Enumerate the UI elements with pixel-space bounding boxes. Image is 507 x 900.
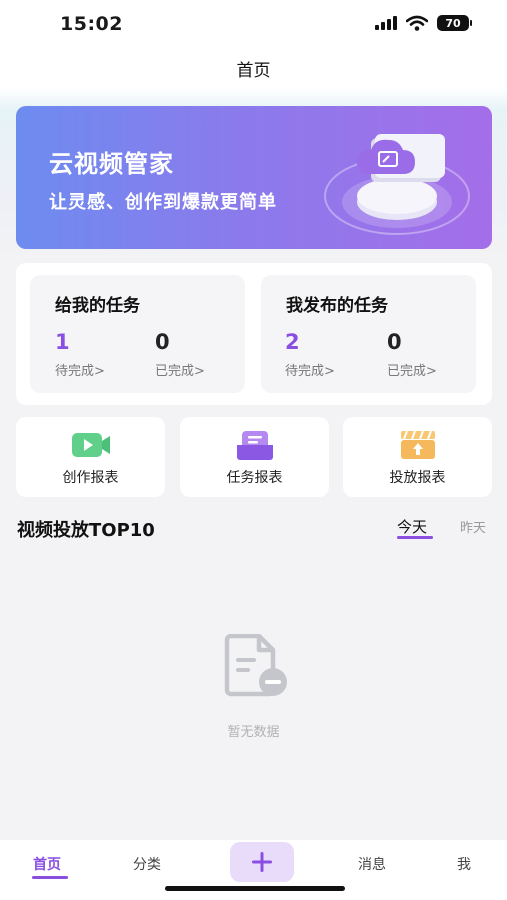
task-report-label: 任务报表 bbox=[226, 470, 283, 486]
published-done-count: 0 bbox=[387, 330, 402, 354]
assigned-done-link[interactable]: 已完成> bbox=[155, 360, 205, 379]
clapperboard-upload-icon bbox=[400, 430, 435, 459]
banner-title: 云视频管家 bbox=[49, 150, 174, 178]
published-tasks-title: 我发布的任务 bbox=[286, 296, 388, 316]
battery-icon: 70 bbox=[437, 15, 472, 31]
tab-yesterday[interactable]: 昨天 bbox=[460, 517, 486, 536]
empty-state-text: 暂无数据 bbox=[227, 725, 280, 740]
creation-report-label: 创作报表 bbox=[62, 470, 119, 486]
cloud-video-illustration bbox=[324, 134, 470, 235]
create-button[interactable] bbox=[230, 842, 294, 882]
task-report-card[interactable]: 任务报表 bbox=[180, 417, 329, 497]
wifi-icon bbox=[406, 15, 428, 31]
assigned-tasks-title: 给我的任务 bbox=[55, 296, 140, 316]
published-done-stat[interactable]: 0 已完成> bbox=[387, 330, 437, 379]
tab-category[interactable]: 分类 bbox=[133, 854, 161, 874]
home-indicator bbox=[165, 886, 345, 891]
creation-report-card[interactable]: 创作报表 bbox=[16, 417, 165, 497]
promo-banner[interactable]: 云视频管家 让灵感、创作到爆款更简单 bbox=[16, 106, 492, 249]
top10-section-title: 视频投放TOP10 bbox=[17, 520, 155, 541]
published-pending-link[interactable]: 待完成> bbox=[285, 360, 335, 379]
message-tray-icon bbox=[236, 431, 273, 460]
tab-home-indicator bbox=[32, 876, 68, 879]
banner-subtitle: 让灵感、创作到爆款更简单 bbox=[49, 192, 277, 213]
tab-home[interactable]: 首页 bbox=[33, 854, 61, 874]
bottom-tab-bar: 首页 分类 消息 我 bbox=[0, 840, 507, 900]
plus-icon bbox=[252, 852, 272, 872]
status-icons: 70 bbox=[375, 15, 472, 31]
tab-messages[interactable]: 消息 bbox=[358, 854, 386, 874]
task-summary-card: 给我的任务 1 待完成> 0 已完成> 我发布的任务 2 待完成> 0 已完成> bbox=[16, 263, 492, 405]
assigned-tasks-box: 给我的任务 1 待完成> 0 已完成> bbox=[30, 275, 245, 393]
cellular-signal-icon bbox=[375, 16, 397, 30]
page-title: 首页 bbox=[236, 61, 271, 81]
video-camera-icon bbox=[71, 433, 110, 457]
tab-today-indicator bbox=[397, 536, 433, 539]
assigned-pending-count: 1 bbox=[55, 330, 70, 354]
published-pending-stat[interactable]: 2 待完成> bbox=[285, 330, 335, 379]
assigned-done-count: 0 bbox=[155, 330, 170, 354]
delivery-report-card[interactable]: 投放报表 bbox=[343, 417, 492, 497]
status-time: 15:02 bbox=[60, 13, 123, 35]
assigned-pending-link[interactable]: 待完成> bbox=[55, 360, 105, 379]
published-done-link[interactable]: 已完成> bbox=[387, 360, 437, 379]
published-pending-count: 2 bbox=[285, 330, 300, 354]
empty-document-icon bbox=[224, 634, 287, 697]
assigned-pending-stat[interactable]: 1 待完成> bbox=[55, 330, 105, 379]
delivery-report-label: 投放报表 bbox=[389, 470, 446, 486]
tab-me[interactable]: 我 bbox=[457, 854, 471, 874]
tab-today[interactable]: 今天 bbox=[397, 516, 427, 537]
assigned-done-stat[interactable]: 0 已完成> bbox=[155, 330, 205, 379]
status-bar: 15:02 70 bbox=[0, 0, 507, 48]
published-tasks-box: 我发布的任务 2 待完成> 0 已完成> bbox=[261, 275, 476, 393]
